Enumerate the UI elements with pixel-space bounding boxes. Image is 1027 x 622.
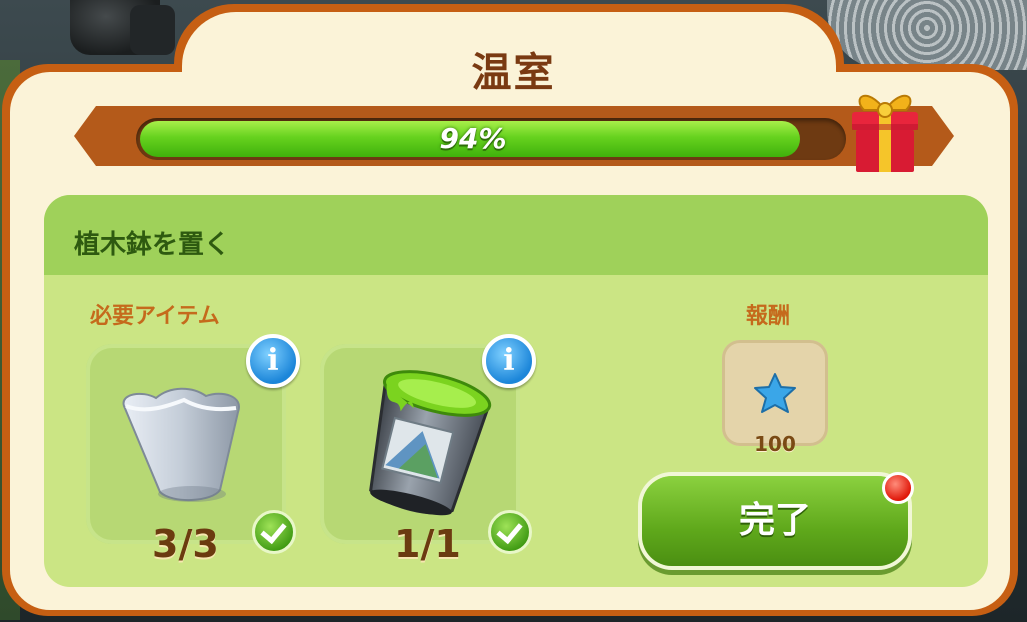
item-count: 1/1	[394, 522, 461, 566]
complete-button[interactable]: 完了	[642, 476, 908, 566]
gift-box-icon[interactable]	[846, 80, 924, 176]
flower-pot-icon	[122, 387, 240, 502]
check-icon	[488, 510, 532, 554]
progress-label: 94%	[439, 122, 507, 155]
reward-card	[722, 340, 828, 446]
notification-dot	[882, 472, 914, 504]
item-count: 3/3	[152, 522, 219, 566]
paint-bucket-icon	[369, 370, 492, 516]
required-items-label: 必要アイテム	[90, 304, 220, 329]
check-icon	[252, 510, 296, 554]
blue-star-icon	[754, 373, 796, 413]
info-icon[interactable]: i	[482, 334, 536, 388]
reward-label: 報酬	[746, 304, 791, 329]
info-icon[interactable]: i	[246, 334, 300, 388]
quest-title: 植木鉢を置く	[74, 230, 231, 260]
reward-amount: 100	[754, 432, 796, 456]
